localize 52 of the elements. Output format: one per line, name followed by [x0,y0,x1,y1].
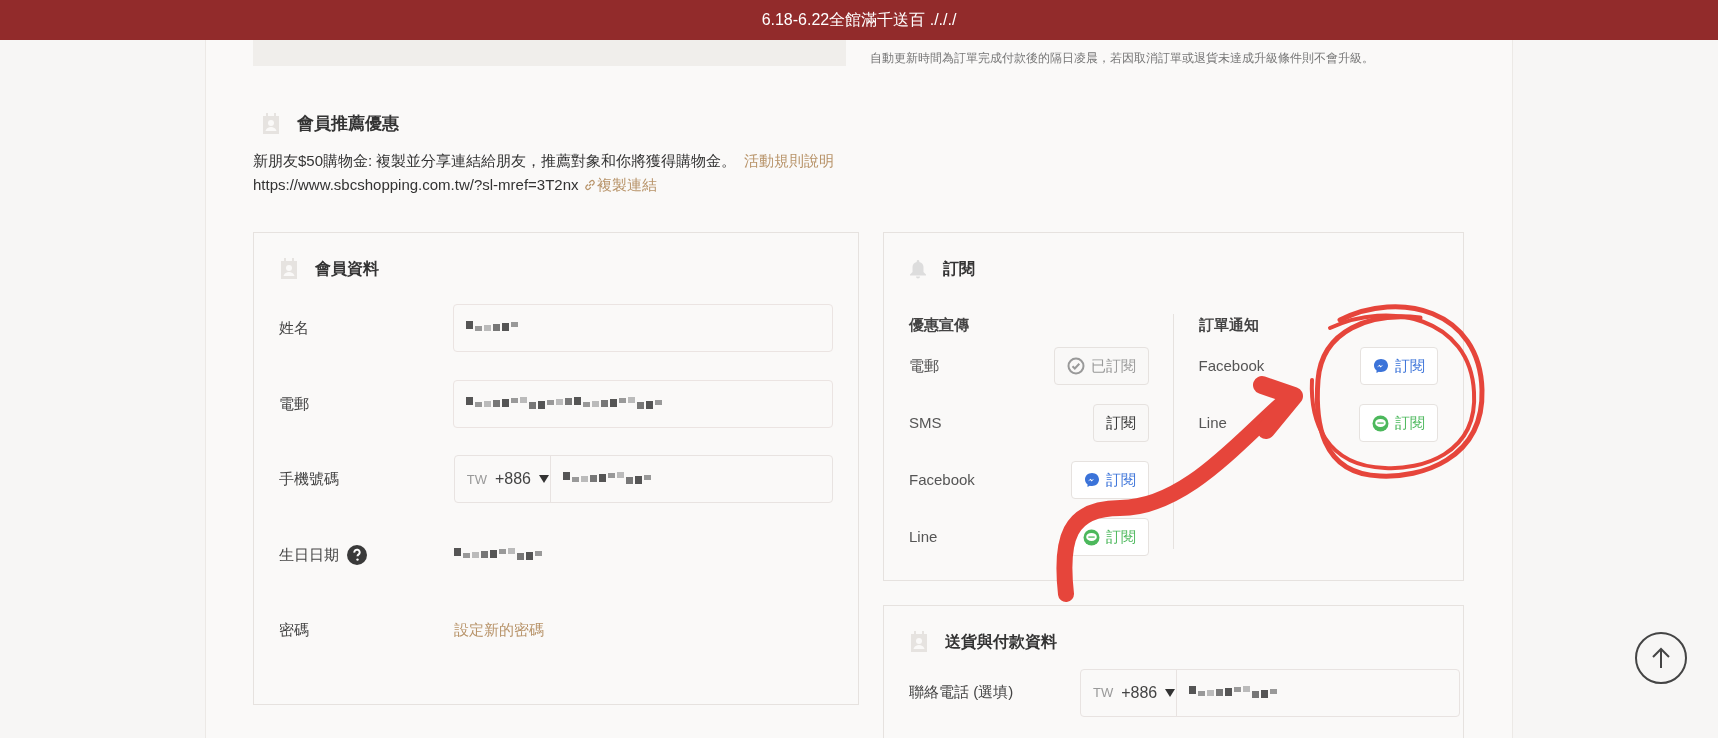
referral-description: 新朋友$50購物金: 複製並分享連結給朋友，推薦對象和你將獲得購物金。 [253,150,737,171]
dropdown-caret-icon [1165,688,1176,697]
messenger-icon [1083,472,1100,488]
phone-field[interactable]: TW +886 [453,455,833,504]
card-title: 訂閱 [943,258,975,279]
channel-label: SMS [909,412,942,433]
channel-label: Facebook [909,469,975,490]
card-title: 會員資料 [315,258,379,279]
field-label: 生日日期 [279,544,339,565]
subscribe-button[interactable]: 訂閱 [1359,404,1438,442]
card-title: 送貨與付款資料 [945,631,1057,652]
referral-url: https://www.sbcshopping.com.tw/?sl-mref=3T2nx [253,174,579,195]
link-icon [582,177,597,192]
country-code: TW [466,470,487,489]
channel-label: Line [1198,412,1227,433]
rules-link[interactable]: 活動規則說明 [744,148,835,173]
subscribe-button[interactable]: 訂閱 [1070,461,1149,499]
field-label: 聯絡電話 (選填) [909,682,1015,703]
messenger-icon [1373,358,1389,374]
channel-label: Line [909,526,938,547]
copy-link[interactable]: 複製連結 [582,172,657,197]
channel-label: Facebook [1198,355,1265,376]
contact-card-icon [261,112,281,135]
contact-card-icon [909,630,929,653]
help-icon[interactable] [347,544,367,565]
column-heading: 訂單通知 [1198,314,1260,335]
dial-code: +886 [1121,682,1158,703]
contact-card-icon [279,257,299,280]
chat-bubble-icon [1372,414,1389,432]
dropdown-caret-icon [538,475,549,484]
input-field[interactable] [453,304,833,353]
column-heading: 優惠宣傳 [909,314,970,335]
level-note: 自動更新時間為訂單完成付款後的隔日凌晨，若因取消訂單或退貨未達成升級條件則不會升級。 [870,51,1374,65]
field-label: 手機號碼 [279,469,339,489]
check-circle-icon [1066,357,1085,375]
bell-icon [909,258,927,279]
arrow-up-icon [1650,646,1672,670]
country-code: TW [1093,683,1114,702]
field-label: 姓名 [279,318,309,338]
scroll-to-top-button[interactable] [1635,632,1687,684]
banner-text: 6.18-6.22全館滿千送百 ./././ [761,10,957,30]
phone-field[interactable]: TW +886 [1080,668,1460,717]
input-field[interactable] [453,379,833,428]
dial-code: +886 [494,469,531,490]
chat-bubble-icon [1082,528,1100,546]
section-title: 會員推薦優惠 [297,113,399,135]
subscribe-button[interactable]: 訂閱 [1092,404,1149,442]
field-label: 電郵 [279,393,309,414]
subscribe-button[interactable]: 訂閱 [1360,347,1438,385]
field-label: 密碼 [279,620,309,640]
set-password-link[interactable]: 設定新的密碼 [454,619,544,642]
channel-label: 電郵 [909,355,939,376]
